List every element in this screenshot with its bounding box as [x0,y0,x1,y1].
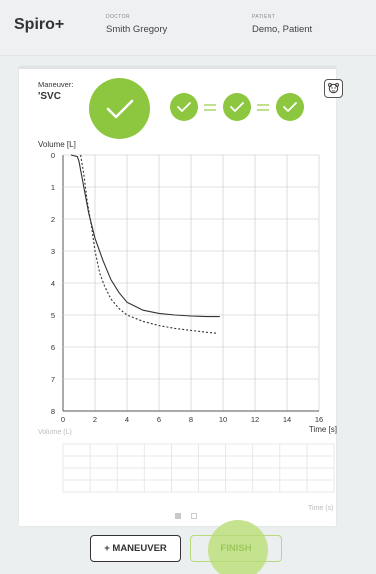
empty-grid [62,443,335,493]
page-dot[interactable] [191,513,197,519]
page-dot-active[interactable] [175,513,181,519]
finish-button[interactable]: FINISH [190,535,282,562]
add-maneuver-button[interactable]: + MANEUVER [90,535,181,562]
ghost-time-label: Time (s) [308,505,334,512]
